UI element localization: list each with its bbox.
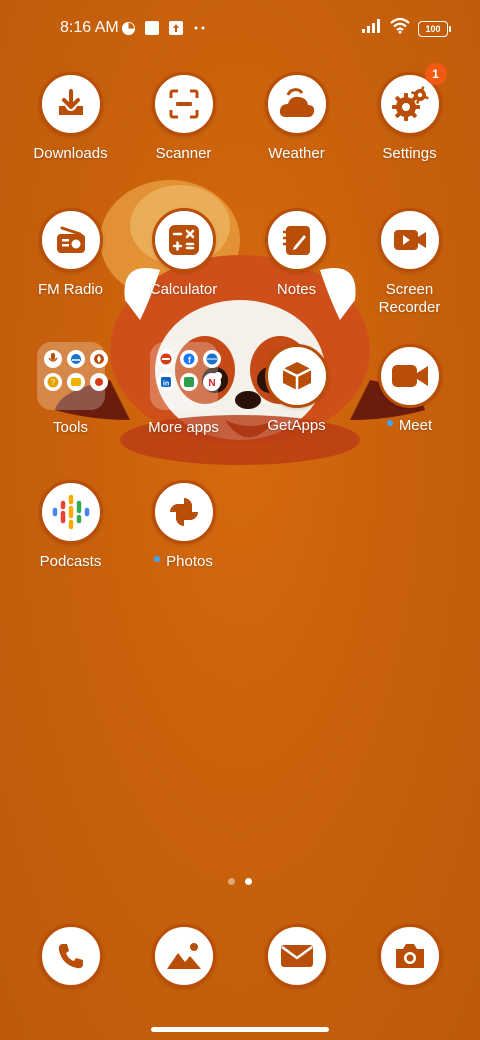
page-dot-2[interactable] — [245, 878, 252, 885]
weather-icon — [264, 72, 329, 136]
app-podcasts[interactable]: Podcasts — [14, 480, 127, 571]
photos-icon — [151, 480, 216, 544]
home-indicator[interactable] — [151, 1027, 329, 1032]
square-notification-icon — [144, 20, 160, 36]
app-label: Screen Recorder — [378, 281, 441, 316]
app-screen-recorder[interactable]: Screen Recorder — [353, 208, 466, 317]
svg-text:N: N — [208, 378, 215, 388]
browser-mini-icon — [202, 350, 221, 368]
app-meet[interactable]: Meet — [353, 344, 466, 435]
notification-badge: 1 — [424, 63, 447, 85]
app-label: Calculator — [149, 281, 218, 298]
folder-icon: f in N — [149, 342, 221, 410]
battery-icon: 100 — [418, 20, 451, 37]
help-mini-icon: ? — [43, 373, 62, 391]
podcasts-icon — [38, 480, 103, 544]
screen-recorder-icon — [377, 208, 442, 272]
new-app-dot — [386, 420, 393, 427]
svg-text:in: in — [162, 381, 168, 388]
notes-icon — [264, 208, 329, 272]
app-label: More apps — [148, 419, 219, 436]
download-icon — [38, 72, 103, 136]
app-label: Photos — [154, 553, 213, 571]
app-fm-radio[interactable]: FM Radio — [14, 208, 127, 299]
app-settings[interactable]: 1 Settings — [353, 63, 466, 163]
app-label: Scanner — [155, 145, 212, 162]
feedback-mini-icon — [66, 373, 85, 391]
wifi-icon — [390, 17, 410, 39]
dock-phone[interactable] — [14, 924, 127, 988]
gear-icon: 1 — [377, 63, 447, 136]
page-dot-1[interactable] — [228, 878, 235, 885]
app-label: Weather — [268, 145, 325, 162]
page-indicator — [228, 878, 252, 885]
app-label: GetApps — [267, 417, 326, 434]
app-label: Downloads — [33, 145, 108, 162]
app-label: Notes — [276, 281, 317, 298]
app-label: FM Radio — [37, 281, 104, 298]
app-photos[interactable]: Photos — [127, 480, 240, 571]
app-calculator[interactable]: Calculator — [127, 208, 240, 299]
app-label: Tools — [52, 419, 89, 436]
recorder-mini-icon — [43, 350, 62, 368]
getapps-icon — [264, 344, 329, 408]
new-app-dot — [154, 556, 161, 563]
app-downloads[interactable]: Downloads — [14, 72, 127, 163]
app-label: Podcasts — [39, 553, 102, 570]
clock: 8:16 AM — [60, 19, 119, 36]
upload-notification-icon — [168, 20, 184, 36]
app-label: Settings — [382, 145, 437, 162]
camera-icon — [377, 924, 442, 988]
more-notifications-icon — [192, 20, 208, 36]
bug-mini-icon — [89, 373, 108, 391]
mi-mini-icon — [156, 350, 175, 368]
signal-icon — [362, 19, 382, 38]
gallery-icon — [151, 924, 216, 988]
dock-gallery[interactable] — [127, 924, 240, 988]
compass-mini-icon — [89, 350, 108, 368]
cleaner-mini-icon — [66, 350, 85, 368]
app-mini-icon — [179, 373, 198, 391]
app-getapps[interactable]: GetApps — [240, 344, 353, 435]
app-scanner[interactable]: Scanner — [127, 72, 240, 163]
calculator-icon — [151, 208, 216, 272]
folder-more-apps[interactable]: f in N More apps — [127, 342, 240, 437]
folder-icon: ? — [36, 342, 108, 410]
phone-icon — [38, 924, 103, 988]
status-bar: 8:16 AM 100 — [0, 14, 480, 42]
app-label: Meet — [386, 417, 432, 435]
radio-icon — [38, 208, 103, 272]
netflix-mini-icon: N — [202, 373, 221, 391]
video-camera-icon — [377, 344, 442, 408]
data-saver-icon — [120, 20, 136, 36]
svg-text:?: ? — [50, 378, 55, 387]
dock-mail[interactable] — [240, 924, 353, 988]
scanner-icon — [151, 72, 216, 136]
app-weather[interactable]: Weather — [240, 72, 353, 163]
linkedin-mini-icon: in — [156, 373, 175, 391]
app-notes[interactable]: Notes — [240, 208, 353, 299]
facebook-mini-icon: f — [179, 350, 198, 368]
dock-camera[interactable] — [353, 924, 466, 988]
mail-icon — [264, 924, 329, 988]
folder-tools[interactable]: ? Tools — [14, 342, 127, 437]
